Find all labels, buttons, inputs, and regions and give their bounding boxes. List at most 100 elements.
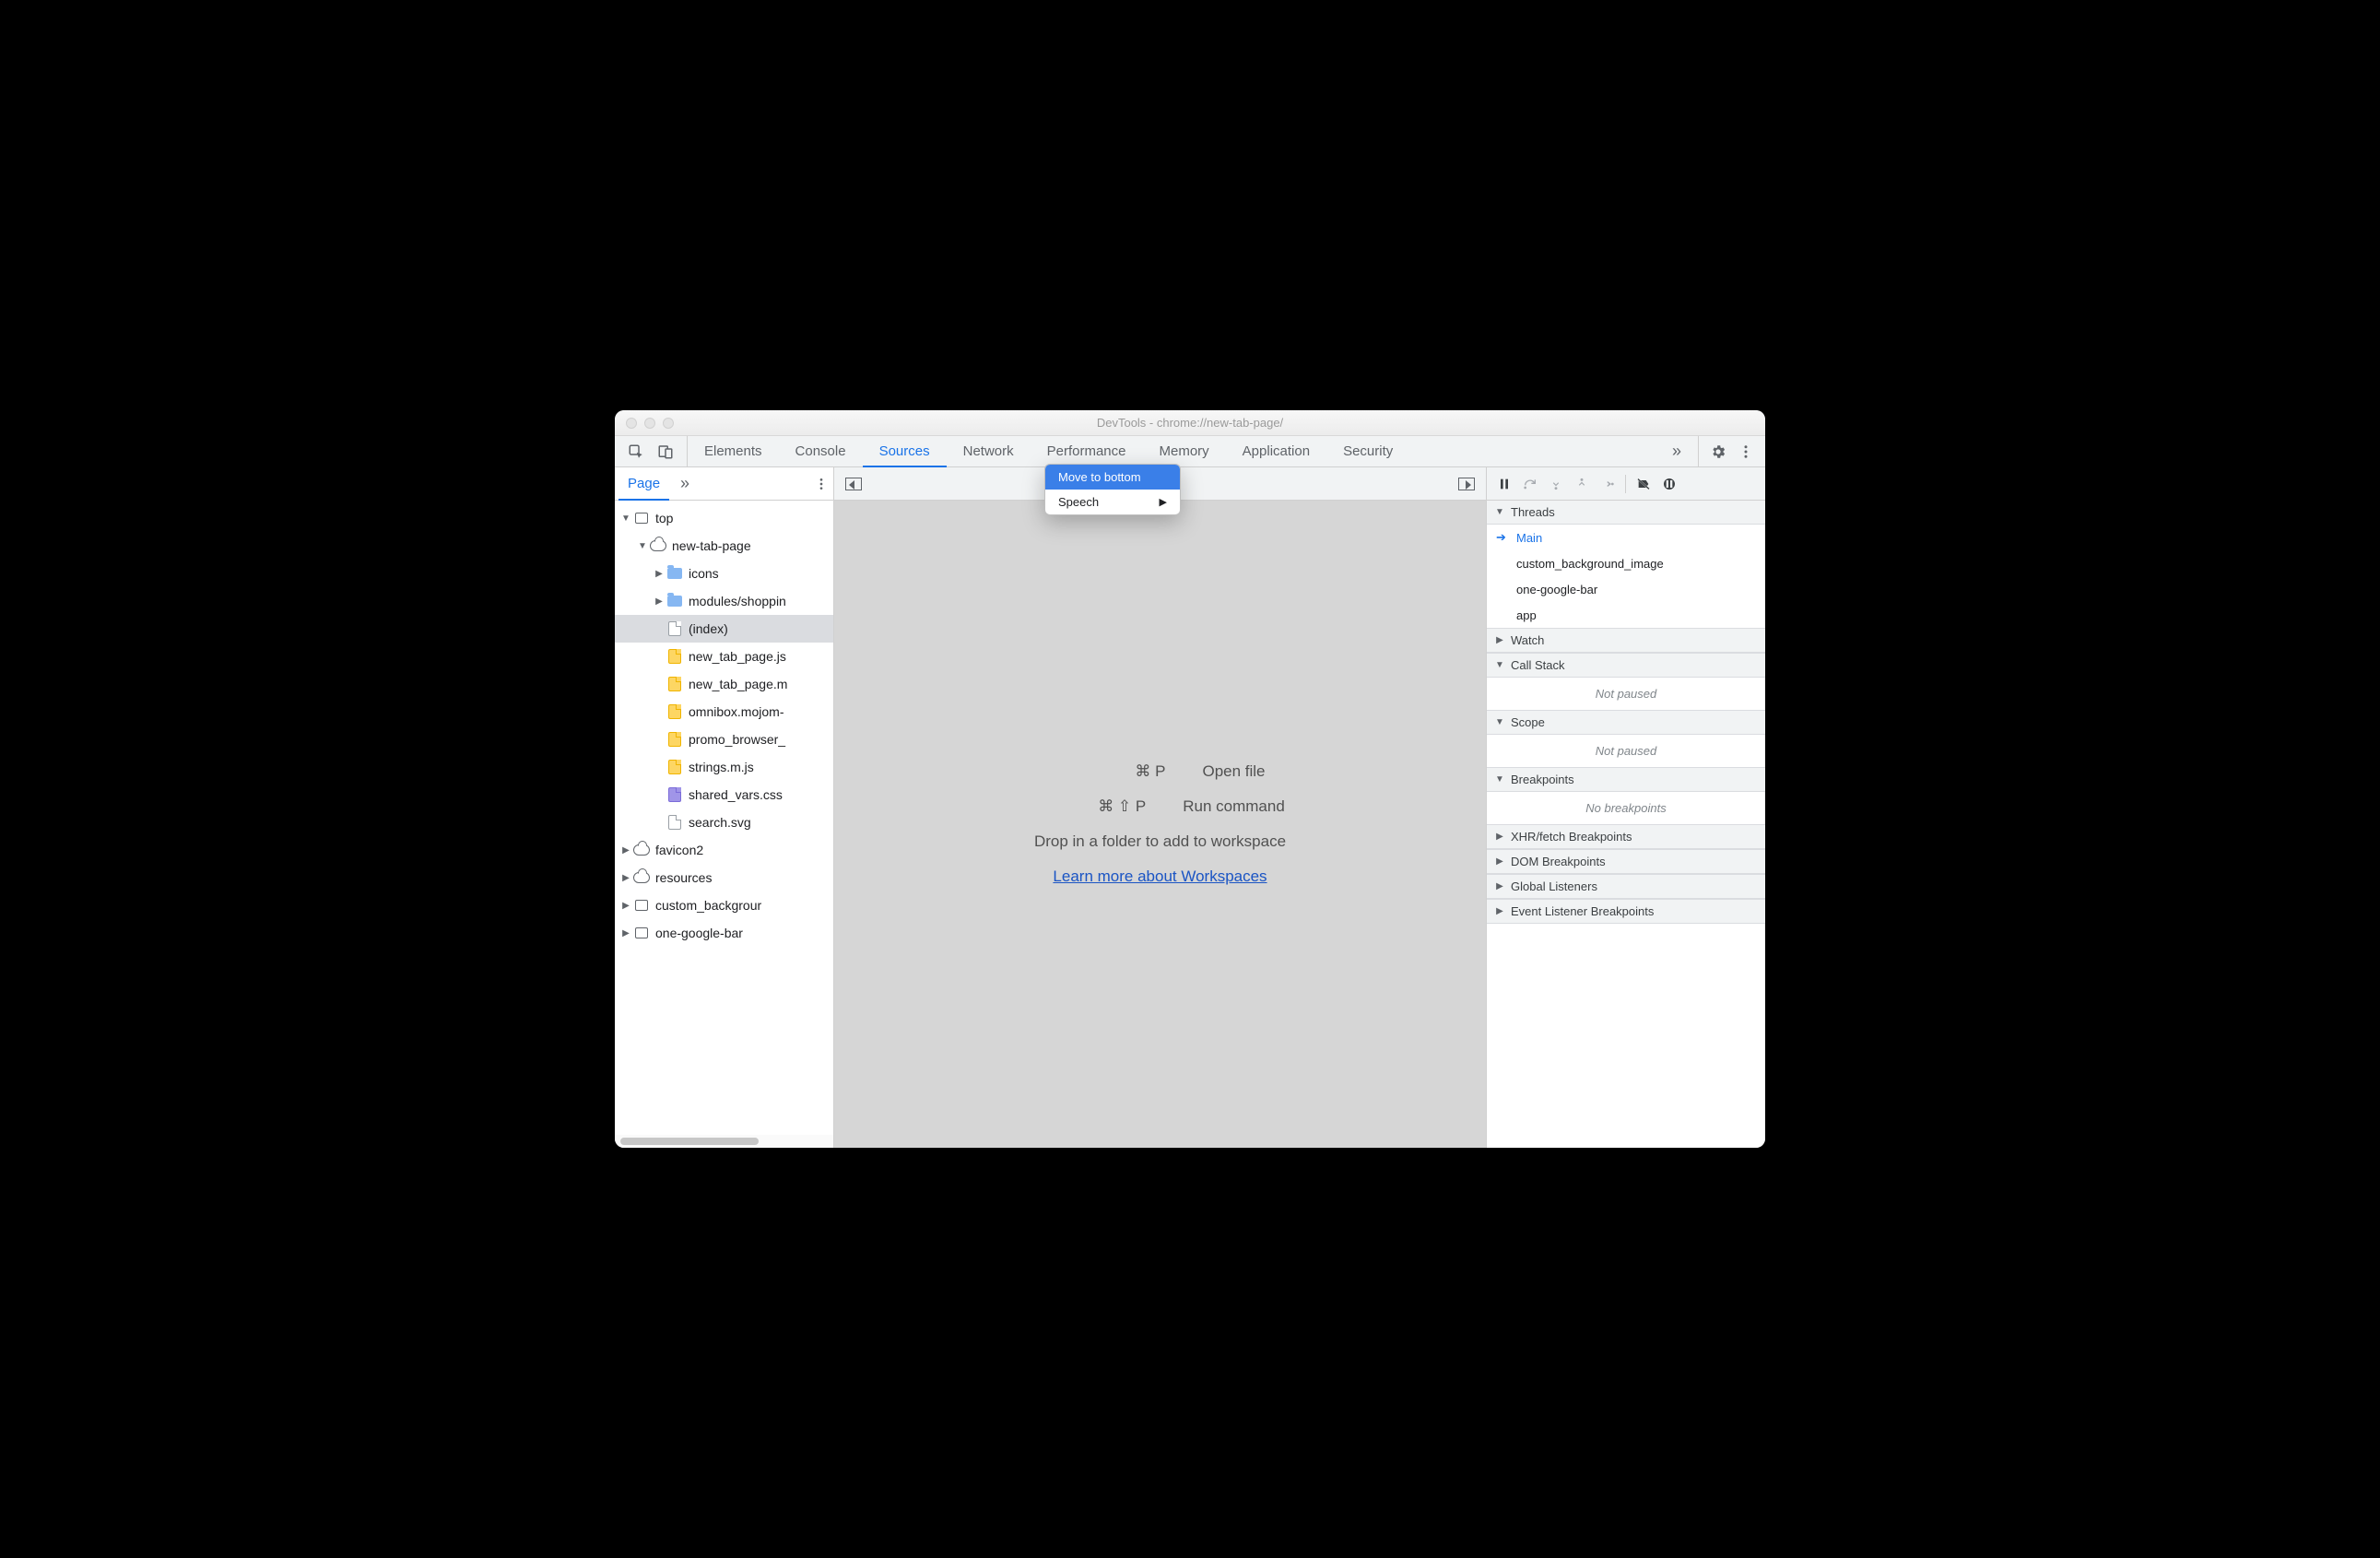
tree-item[interactable]: strings.m.js bbox=[615, 753, 833, 781]
section-xhr[interactable]: ▶XHR/fetch Breakpoints bbox=[1487, 824, 1765, 849]
tab-elements[interactable]: Elements bbox=[688, 436, 779, 466]
editor-empty-state: ⌘ P Open file ⌘ ⇧ P Run command Drop in … bbox=[834, 501, 1486, 1148]
tab-security[interactable]: Security bbox=[1326, 436, 1409, 466]
chevron-right-icon[interactable]: ▶ bbox=[654, 596, 665, 607]
tree-item[interactable]: ▼new-tab-page bbox=[615, 532, 833, 560]
step-into-icon[interactable] bbox=[1544, 472, 1568, 496]
tree-item[interactable]: ▼top bbox=[615, 504, 833, 532]
tab-memory[interactable]: Memory bbox=[1143, 436, 1226, 466]
tree-item[interactable]: omnibox.mojom- bbox=[615, 698, 833, 726]
navigator-menu-icon[interactable] bbox=[809, 472, 833, 496]
tab-network[interactable]: Network bbox=[947, 436, 1031, 466]
horizontal-scrollbar[interactable] bbox=[615, 1135, 833, 1148]
cloud-icon bbox=[633, 869, 650, 886]
tree-item-label: resources bbox=[655, 870, 712, 885]
tree-item[interactable]: promo_browser_ bbox=[615, 726, 833, 753]
context-menu-label: Speech bbox=[1058, 495, 1099, 509]
kebab-menu-icon[interactable] bbox=[1734, 440, 1758, 464]
tab-console[interactable]: Console bbox=[779, 436, 863, 466]
tree-item[interactable]: search.svg bbox=[615, 809, 833, 836]
section-threads[interactable]: ▼Threads bbox=[1487, 501, 1765, 525]
file-tree: ▼top▼new-tab-page▶icons▶modules/shoppin(… bbox=[615, 501, 833, 1135]
navigator-tab-page[interactable]: Page bbox=[615, 467, 673, 500]
tree-item[interactable]: ▶ resources bbox=[615, 864, 833, 891]
folder-icon bbox=[666, 593, 683, 609]
chevron-right-icon[interactable]: ▶ bbox=[620, 873, 631, 883]
section-title: XHR/fetch Breakpoints bbox=[1511, 830, 1632, 844]
toggle-navigator-icon[interactable] bbox=[842, 472, 866, 496]
thread-label: app bbox=[1516, 608, 1537, 622]
thread-label: custom_background_image bbox=[1516, 557, 1664, 571]
section-title: Scope bbox=[1511, 715, 1545, 729]
tab-performance[interactable]: Performance bbox=[1031, 436, 1143, 466]
section-evl[interactable]: ▶Event Listener Breakpoints bbox=[1487, 899, 1765, 924]
tabs-overflow-button[interactable]: » bbox=[1655, 442, 1698, 461]
section-dom[interactable]: ▶DOM Breakpoints bbox=[1487, 849, 1765, 874]
chevron-down-icon[interactable]: ▼ bbox=[637, 541, 648, 551]
section-global[interactable]: ▶Global Listeners bbox=[1487, 874, 1765, 899]
navigator-tabs-overflow[interactable]: » bbox=[673, 474, 697, 493]
inspect-element-icon[interactable] bbox=[624, 440, 648, 464]
context-menu-item[interactable]: Speech▶ bbox=[1045, 490, 1180, 514]
thread-item[interactable]: ➔custom_background_image bbox=[1487, 550, 1765, 576]
section-breakpoints[interactable]: ▼Breakpoints bbox=[1487, 767, 1765, 792]
section-placeholder: Not paused bbox=[1487, 735, 1765, 767]
file-icon bbox=[666, 814, 683, 831]
tree-item-label: favicon2 bbox=[655, 843, 703, 857]
openfile-shortcut: ⌘ P bbox=[1055, 762, 1165, 781]
tree-item[interactable]: new_tab_page.m bbox=[615, 670, 833, 698]
chevron-down-icon: ▼ bbox=[1494, 507, 1505, 517]
chevron-right-icon: ▶ bbox=[1494, 881, 1505, 891]
step-over-icon[interactable] bbox=[1518, 472, 1542, 496]
pause-script-icon[interactable] bbox=[1492, 472, 1516, 496]
section-callstack[interactable]: ▼Call Stack bbox=[1487, 653, 1765, 678]
section-placeholder: Not paused bbox=[1487, 678, 1765, 710]
tree-item[interactable]: (index) bbox=[615, 615, 833, 643]
tree-item[interactable]: ▶ favicon2 bbox=[615, 836, 833, 864]
step-icon[interactable] bbox=[1596, 472, 1620, 496]
tab-sources[interactable]: Sources bbox=[863, 436, 947, 466]
tree-item[interactable]: ▶icons bbox=[615, 560, 833, 587]
pause-on-exceptions-icon[interactable] bbox=[1657, 472, 1681, 496]
editor-pane: ⌘ P Open file ⌘ ⇧ P Run command Drop in … bbox=[834, 467, 1487, 1148]
tree-item-label: strings.m.js bbox=[689, 760, 754, 774]
tree-item-label: new_tab_page.js bbox=[689, 649, 786, 664]
chevron-right-icon[interactable]: ▶ bbox=[620, 928, 631, 938]
context-menu-item[interactable]: Move to bottom bbox=[1045, 465, 1180, 490]
learn-workspaces-link[interactable]: Learn more about Workspaces bbox=[1053, 868, 1267, 886]
chevron-right-icon: ▶ bbox=[1494, 856, 1505, 867]
toggle-debugger-icon[interactable] bbox=[1455, 472, 1479, 496]
cloud-icon bbox=[633, 842, 650, 858]
tree-item[interactable]: ▶modules/shoppin bbox=[615, 587, 833, 615]
chevron-down-icon[interactable]: ▼ bbox=[620, 513, 631, 524]
tree-item-label: shared_vars.css bbox=[689, 787, 783, 802]
tree-item[interactable]: ▶one-google-bar bbox=[615, 919, 833, 947]
main-tabbar: ElementsConsoleSourcesNetworkPerformance… bbox=[615, 436, 1765, 467]
inspect-toolbar bbox=[615, 436, 688, 466]
step-out-icon[interactable] bbox=[1570, 472, 1594, 496]
css-file-icon bbox=[666, 786, 683, 803]
chevron-right-icon[interactable]: ▶ bbox=[654, 569, 665, 579]
section-scope[interactable]: ▼Scope bbox=[1487, 710, 1765, 735]
chevron-right-icon[interactable]: ▶ bbox=[620, 901, 631, 911]
tree-item[interactable]: new_tab_page.js bbox=[615, 643, 833, 670]
section-title: Watch bbox=[1511, 633, 1544, 647]
tree-item-label: custom_backgrour bbox=[655, 898, 761, 913]
tree-item[interactable]: ▶ custom_backgrour bbox=[615, 891, 833, 919]
titlebar: DevTools - chrome://new-tab-page/ bbox=[615, 410, 1765, 436]
tree-item[interactable]: shared_vars.css bbox=[615, 781, 833, 809]
js-file-icon bbox=[666, 676, 683, 692]
frame-icon bbox=[633, 897, 650, 914]
thread-item[interactable]: ➔app bbox=[1487, 602, 1765, 628]
navigator-pane: Page » ▼top▼new-tab-page▶icons▶modules/s… bbox=[615, 467, 834, 1148]
runcmd-shortcut: ⌘ ⇧ P bbox=[1035, 797, 1146, 816]
deactivate-breakpoints-icon[interactable] bbox=[1632, 472, 1655, 496]
section-watch[interactable]: ▶Watch bbox=[1487, 628, 1765, 653]
thread-label: Main bbox=[1516, 531, 1542, 545]
thread-item[interactable]: ➔Main bbox=[1487, 525, 1765, 550]
thread-item[interactable]: ➔one-google-bar bbox=[1487, 576, 1765, 602]
tab-application[interactable]: Application bbox=[1226, 436, 1326, 466]
device-toolbar-icon[interactable] bbox=[654, 440, 677, 464]
chevron-right-icon[interactable]: ▶ bbox=[620, 845, 631, 856]
settings-icon[interactable] bbox=[1706, 440, 1730, 464]
